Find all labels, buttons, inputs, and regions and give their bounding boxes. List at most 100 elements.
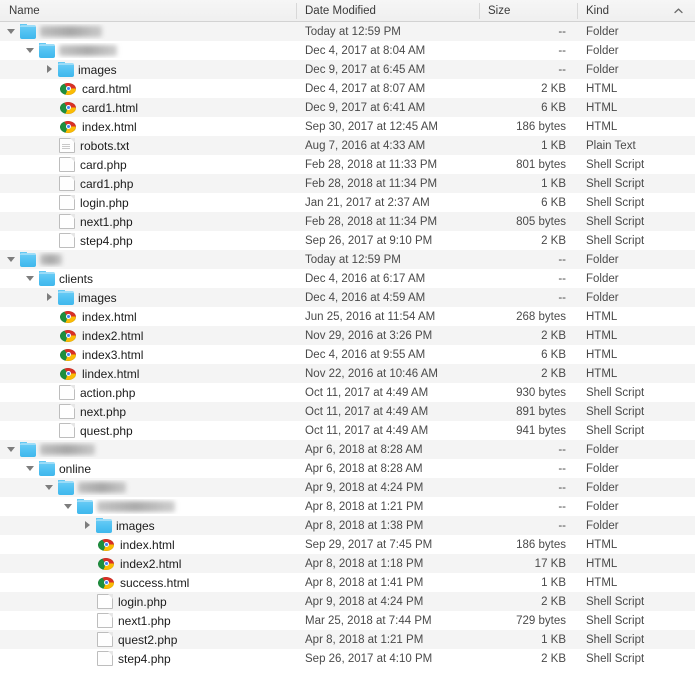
table-row[interactable]: quest2.phpApr 8, 2018 at 1:21 PM1 KBShel… — [0, 630, 695, 649]
disclosure-triangle-expanded[interactable] — [25, 45, 36, 56]
html-file-icon — [60, 330, 76, 342]
table-row[interactable]: card1.phpFeb 28, 2018 at 11:34 PM1 KBShe… — [0, 174, 695, 193]
disclosure-triangle-collapsed[interactable] — [82, 520, 93, 531]
script-file-icon — [97, 632, 113, 647]
cell-date-modified: Feb 28, 2018 at 11:33 PM — [296, 159, 479, 171]
cell-kind: Shell Script — [577, 634, 695, 646]
cell-size: 930 bytes — [479, 387, 577, 399]
cell-date-modified: Dec 9, 2017 at 6:41 AM — [296, 102, 479, 114]
finder-list-view: Name Date Modified Size Kind AmericanTod… — [0, 0, 695, 673]
table-row[interactable]: clientsDec 4, 2016 at 6:17 AM--Folder — [0, 269, 695, 288]
table-row[interactable]: onlineApr 6, 2018 at 8:28 AM--Folder — [0, 459, 695, 478]
item-name: images — [78, 291, 117, 305]
cell-name: next.php — [0, 404, 296, 419]
disclosure-triangle-placeholder — [44, 349, 55, 360]
cell-name: Natwest — [0, 442, 296, 457]
cell-size: -- — [479, 463, 577, 475]
cell-kind: HTML — [577, 349, 695, 361]
table-row[interactable]: next.phpOct 11, 2017 at 4:49 AM891 bytes… — [0, 402, 695, 421]
cell-date-modified: Feb 28, 2018 at 11:34 PM — [296, 216, 479, 228]
disclosure-triangle-collapsed[interactable] — [44, 292, 55, 303]
table-row[interactable]: index3.htmlDec 4, 2016 at 9:55 AM6 KBHTM… — [0, 345, 695, 364]
disclosure-triangle-placeholder — [44, 102, 55, 113]
cell-date-modified: Sep 26, 2017 at 9:10 PM — [296, 235, 479, 247]
disclosure-triangle-placeholder — [82, 615, 93, 626]
folder-icon — [58, 63, 74, 77]
disclosure-triangle-expanded[interactable] — [25, 273, 36, 284]
cell-date-modified: Apr 8, 2018 at 1:21 PM — [296, 634, 479, 646]
table-row[interactable]: index.htmlJun 25, 2016 at 11:54 AM268 by… — [0, 307, 695, 326]
disclosure-triangle-expanded[interactable] — [6, 444, 17, 455]
disclosure-triangle-expanded[interactable] — [63, 501, 74, 512]
cell-kind: HTML — [577, 102, 695, 114]
table-row[interactable]: success.htmlApr 8, 2018 at 1:41 PM1 KBHT… — [0, 573, 695, 592]
folder-icon — [77, 500, 93, 514]
item-name-redacted: Natwest — [40, 444, 95, 455]
cell-name: images — [0, 290, 296, 305]
cell-kind: Shell Script — [577, 425, 695, 437]
text-file-icon — [59, 138, 75, 153]
chevron-up-icon — [674, 6, 683, 15]
disclosure-triangle-expanded[interactable] — [6, 26, 17, 37]
table-row[interactable]: index2.htmlApr 8, 2018 at 1:18 PM17 KBHT… — [0, 554, 695, 573]
table-row[interactable]: imagesDec 4, 2016 at 4:59 AM--Folder — [0, 288, 695, 307]
table-row[interactable]: ExpressDec 4, 2017 at 8:04 AM--Folder — [0, 41, 695, 60]
table-row[interactable]: index.htmlSep 29, 2017 at 7:45 PM186 byt… — [0, 535, 695, 554]
cell-date-modified: Nov 22, 2016 at 10:46 AM — [296, 368, 479, 380]
table-row[interactable]: NatwestApr 6, 2018 at 8:28 AM--Folder — [0, 440, 695, 459]
item-name: index2.html — [120, 557, 181, 571]
script-file-icon — [59, 385, 75, 400]
table-row[interactable]: card1.htmlDec 9, 2017 at 6:41 AM6 KBHTML — [0, 98, 695, 117]
cell-name: robots.txt — [0, 138, 296, 153]
cell-size: -- — [479, 292, 577, 304]
table-row[interactable]: lindex.htmlNov 22, 2016 at 10:46 AM2 KBH… — [0, 364, 695, 383]
cell-size: 6 KB — [479, 102, 577, 114]
table-row[interactable]: index2.htmlNov 29, 2016 at 3:26 PM2 KBHT… — [0, 326, 695, 345]
column-header-size[interactable]: Size — [479, 0, 577, 22]
table-row[interactable]: AmericanToday at 12:59 PM--Folder — [0, 22, 695, 41]
cell-name: images — [0, 518, 296, 533]
table-row[interactable]: step4.phpSep 26, 2017 at 9:10 PM2 KBShel… — [0, 231, 695, 250]
cell-kind: HTML — [577, 539, 695, 551]
table-row[interactable]: card.htmlDec 4, 2017 at 8:07 AM2 KBHTML — [0, 79, 695, 98]
cell-size: -- — [479, 273, 577, 285]
cell-kind: Folder — [577, 45, 695, 57]
cell-size: 805 bytes — [479, 216, 577, 228]
disclosure-triangle-collapsed[interactable] — [44, 64, 55, 75]
folder-icon — [96, 519, 112, 533]
cell-name: index3.html — [0, 348, 296, 362]
table-row[interactable]: cibToday at 12:59 PM--Folder — [0, 250, 695, 269]
table-row[interactable]: robots.txtAug 7, 2016 at 4:33 AM1 KBPlai… — [0, 136, 695, 155]
table-row[interactable]: action.phpOct 11, 2017 at 4:49 AM930 byt… — [0, 383, 695, 402]
item-name: quest.php — [80, 424, 133, 438]
column-header-name[interactable]: Name — [0, 0, 296, 22]
cell-date-modified: Jan 21, 2017 at 2:37 AM — [296, 197, 479, 209]
cell-date-modified: Dec 4, 2017 at 8:07 AM — [296, 83, 479, 95]
column-header-date-modified[interactable]: Date Modified — [296, 0, 479, 22]
table-row[interactable]: imagesApr 8, 2018 at 1:38 PM--Folder — [0, 516, 695, 535]
cell-kind: Shell Script — [577, 653, 695, 665]
table-row[interactable]: login.phpJan 21, 2017 at 2:37 AM6 KBShel… — [0, 193, 695, 212]
cell-date-modified: Dec 4, 2016 at 6:17 AM — [296, 273, 479, 285]
table-row[interactable]: card.phpFeb 28, 2018 at 11:33 PM801 byte… — [0, 155, 695, 174]
file-list[interactable]: AmericanToday at 12:59 PM--FolderExpress… — [0, 22, 695, 668]
table-row[interactable]: quest.phpOct 11, 2017 at 4:49 AM941 byte… — [0, 421, 695, 440]
table-row[interactable]: index.htmlSep 30, 2017 at 12:45 AM186 by… — [0, 117, 695, 136]
table-row[interactable]: natwestApr 9, 2018 at 4:24 PM--Folder — [0, 478, 695, 497]
disclosure-triangle-expanded[interactable] — [25, 463, 36, 474]
table-row[interactable]: next1.phpFeb 28, 2018 at 11:34 PM805 byt… — [0, 212, 695, 231]
disclosure-triangle-expanded[interactable] — [44, 482, 55, 493]
disclosure-triangle-expanded[interactable] — [6, 254, 17, 265]
table-row[interactable]: step4.phpSep 26, 2017 at 4:10 PM2 KBShel… — [0, 649, 695, 668]
table-row[interactable]: next1.phpMar 25, 2018 at 7:44 PM729 byte… — [0, 611, 695, 630]
disclosure-triangle-placeholder — [44, 368, 55, 379]
cell-date-modified: Oct 11, 2017 at 4:49 AM — [296, 406, 479, 418]
html-file-icon — [60, 102, 76, 114]
table-row[interactable]: login.phpApr 9, 2018 at 4:24 PM2 KBShell… — [0, 592, 695, 611]
item-name-redacted: Express — [59, 45, 117, 56]
table-row[interactable]: imagesDec 9, 2017 at 6:45 AM--Folder — [0, 60, 695, 79]
table-row[interactable]: nkbankonlineApr 8, 2018 at 1:21 PM--Fold… — [0, 497, 695, 516]
column-header-kind[interactable]: Kind — [577, 0, 695, 22]
cell-date-modified: Dec 9, 2017 at 6:45 AM — [296, 64, 479, 76]
cell-kind: HTML — [577, 83, 695, 95]
